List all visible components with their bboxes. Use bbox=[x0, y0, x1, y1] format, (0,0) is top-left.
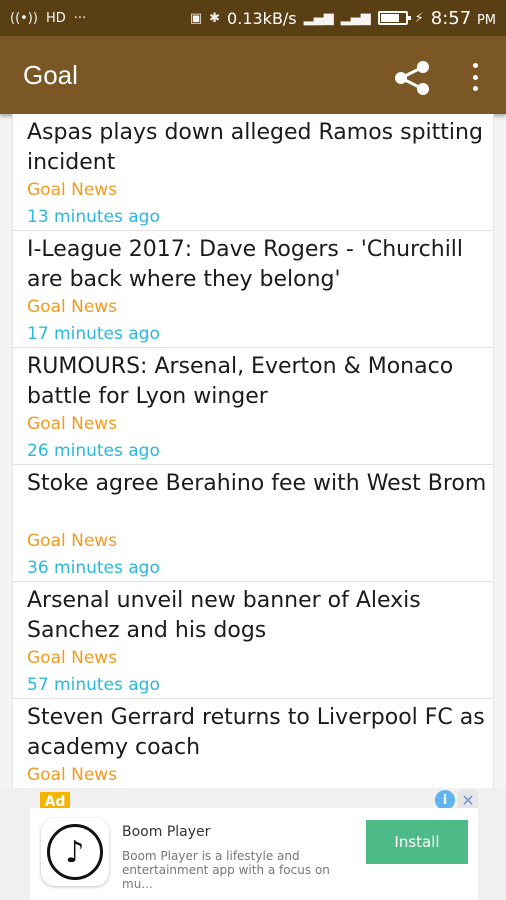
news-time: 13 minutes ago bbox=[27, 207, 160, 227]
overflow-menu-button[interactable] bbox=[466, 63, 484, 91]
ad-banner[interactable]: Ad i ✕ ♪ Boom Player Boom Player is a li… bbox=[0, 788, 506, 900]
status-bar: ((•)) HD ··· ▣ ✱ 0.13kB/s ▂▄▆ ▂▄▆ ⚡ 8:57… bbox=[0, 0, 506, 36]
bluetooth-icon: ✱ bbox=[209, 10, 221, 26]
vibrate-icon: ▣ bbox=[189, 10, 203, 26]
news-title: Stoke agree Berahino fee with West Brom bbox=[27, 471, 487, 496]
news-source: Goal News bbox=[27, 180, 118, 200]
news-time: 36 minutes ago bbox=[27, 558, 160, 578]
news-item[interactable]: I-League 2017: Dave Rogers - 'Churchill … bbox=[13, 231, 493, 348]
status-left-icons: ((•)) HD ··· bbox=[10, 11, 86, 26]
ad-card[interactable]: ♪ Boom Player Boom Player is a lifestyle… bbox=[30, 808, 478, 900]
news-title: RUMOURS: Arsenal, Everton & Monaco battl… bbox=[27, 354, 454, 409]
news-item[interactable]: RUMOURS: Arsenal, Everton & Monaco battl… bbox=[13, 348, 493, 465]
news-item[interactable]: Arsenal unveil new banner of Alexis Sanc… bbox=[13, 582, 493, 699]
app-bar: Goal bbox=[0, 36, 506, 114]
news-time: 57 minutes ago bbox=[27, 675, 160, 695]
news-source: Goal News bbox=[27, 414, 118, 434]
news-item[interactable]: Aspas plays down alleged Ramos spitting … bbox=[13, 114, 493, 231]
news-source: Goal News bbox=[27, 297, 118, 317]
share-icon bbox=[395, 61, 429, 95]
share-button[interactable] bbox=[393, 60, 431, 96]
more-icon: ··· bbox=[73, 10, 87, 26]
status-time: 8:57 PM bbox=[430, 7, 496, 29]
charging-icon: ⚡ bbox=[414, 10, 424, 26]
news-source: Goal News bbox=[27, 531, 118, 551]
news-time: 26 minutes ago bbox=[27, 441, 160, 461]
ad-close-icon[interactable]: ✕ bbox=[458, 790, 478, 810]
signal-icon: ▂▄▆ bbox=[303, 10, 334, 26]
battery-icon bbox=[377, 11, 411, 25]
news-source: Goal News bbox=[27, 765, 118, 785]
install-button[interactable]: Install bbox=[366, 820, 468, 864]
signal-2-icon: ▂▄▆ bbox=[340, 10, 371, 26]
news-item[interactable]: Stoke agree Berahino fee with West Brom … bbox=[13, 465, 493, 582]
news-source: Goal News bbox=[27, 648, 118, 668]
ad-description: Boom Player is a lifestyle and entertain… bbox=[122, 849, 330, 891]
news-title: I-League 2017: Dave Rogers - 'Churchill … bbox=[27, 237, 464, 292]
network-speed: 0.13kB/s bbox=[227, 8, 297, 28]
news-title: Aspas plays down alleged Ramos spitting … bbox=[27, 120, 483, 175]
ad-info-icon[interactable]: i bbox=[435, 790, 455, 810]
news-time: 17 minutes ago bbox=[27, 324, 160, 344]
ad-app-icon[interactable]: ♪ bbox=[41, 818, 109, 886]
news-title: Arsenal unveil new banner of Alexis Sanc… bbox=[27, 588, 421, 643]
music-note-icon: ♪ bbox=[47, 824, 103, 880]
news-item[interactable]: Steven Gerrard returns to Liverpool FC a… bbox=[13, 699, 493, 790]
app-title: Goal bbox=[23, 59, 78, 90]
ad-app-name[interactable]: Boom Player bbox=[122, 824, 210, 840]
status-right-icons: ▣ ✱ 0.13kB/s ▂▄▆ ▂▄▆ ⚡ 8:57 PM bbox=[190, 8, 496, 29]
overflow-menu-icon bbox=[472, 63, 478, 68]
news-feed[interactable]: Aspas plays down alleged Ramos spitting … bbox=[12, 114, 494, 790]
wireless-broadcast-icon: ((•)) bbox=[10, 10, 38, 26]
hd-icon: HD bbox=[45, 10, 66, 26]
news-title: Steven Gerrard returns to Liverpool FC a… bbox=[27, 705, 485, 760]
